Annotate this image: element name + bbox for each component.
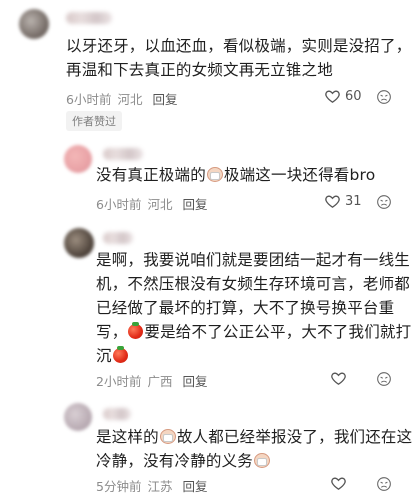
dislike-face-icon[interactable] xyxy=(376,476,392,492)
username-blurred[interactable] xyxy=(66,12,112,24)
comment-line: 是啊，我要说咱们就是要团结一起才有一线生 xyxy=(96,251,411,269)
mask-face-emoji xyxy=(159,429,176,444)
timestamp: 2小时前 xyxy=(96,374,142,389)
reply-button[interactable]: 回复 xyxy=(182,371,207,390)
author-liked-tag: 作者赞过 xyxy=(66,111,122,131)
comment-meta: 6小时前 河北 回复 xyxy=(66,89,177,108)
comment-text-part: 冷静，没有冷静的义务 xyxy=(96,452,254,470)
username-blurred[interactable] xyxy=(103,232,133,244)
username-blurred[interactable] xyxy=(103,408,131,420)
like-count: 31 xyxy=(345,194,362,209)
like-button[interactable]: 31 xyxy=(324,193,362,210)
comment-text-part: 故人都已经举报没了，我们还在这 xyxy=(176,428,413,446)
reply-button[interactable]: 回复 xyxy=(182,476,207,495)
comment-line: 已经做了最坏的打算，大不了换号换平台重 xyxy=(96,299,395,317)
comment-text: 没有真正极端的 极端这一块还得看bro xyxy=(96,163,375,187)
comment-text-part: 要是给不了公正公平，大不了我们就打 xyxy=(144,323,412,341)
avatar[interactable] xyxy=(64,228,94,258)
comment-text: 是这样的 故人都已经举报没了，我们还在这 冷静，没有冷静的义务 xyxy=(96,425,412,473)
comment-line: 写， 要是给不了公正公平，大不了我们就打 xyxy=(96,320,411,344)
heart-outline-icon xyxy=(325,195,340,208)
location: 江苏 xyxy=(147,479,173,494)
comment-meta: 2小时前 广西 回复 xyxy=(96,371,207,390)
location: 广西 xyxy=(147,374,173,389)
reply-button[interactable]: 回复 xyxy=(182,194,207,213)
like-count: 60 xyxy=(345,89,362,104)
comment-line: 机，不然压根没有女频生存环境可言，老师都 xyxy=(96,275,411,293)
timestamp: 5分钟前 xyxy=(96,479,142,494)
reply-button[interactable]: 回复 xyxy=(152,89,177,108)
timestamp: 6小时前 xyxy=(66,92,112,107)
comment-text: 以牙还牙，以血还血，看似极端，实则是没招了， 再温和下去真正的女频文再无立锥之地 xyxy=(66,34,411,82)
comment-text-part: 是这样的 xyxy=(96,428,159,446)
avatar[interactable] xyxy=(19,9,49,39)
dislike-face-icon[interactable] xyxy=(376,371,392,387)
mask-face-emoji xyxy=(254,453,271,468)
username-blurred[interactable] xyxy=(103,148,143,160)
comment-text-part: 沉 xyxy=(96,347,112,365)
like-button[interactable]: 60 xyxy=(324,88,362,105)
timestamp: 6小时前 xyxy=(96,197,142,212)
dislike-face-icon[interactable] xyxy=(376,194,392,210)
avatar[interactable] xyxy=(64,145,92,173)
comment-meta: 6小时前 河北 回复 xyxy=(96,194,207,213)
comment-meta: 5分钟前 江苏 回复 xyxy=(96,476,207,495)
heart-outline-icon[interactable] xyxy=(330,475,347,492)
comment-text-part: 极端这一块还得看bro xyxy=(223,166,376,184)
comment-text-part: 没有真正极端的 xyxy=(96,166,206,184)
location: 河北 xyxy=(147,197,173,212)
avatar[interactable] xyxy=(64,403,92,431)
heart-outline-icon[interactable] xyxy=(330,370,347,387)
tomato-emoji xyxy=(128,322,144,339)
heart-outline-icon xyxy=(325,90,340,103)
location: 河北 xyxy=(117,92,143,107)
comment-line: 冷静，没有冷静的义务 xyxy=(96,449,412,473)
comment-line: 再温和下去真正的女频文再无立锥之地 xyxy=(66,61,333,79)
mask-face-emoji xyxy=(206,167,223,182)
comment-line: 沉 xyxy=(96,344,411,368)
comment-text-part: 写， xyxy=(96,323,128,341)
comment-line: 以牙还牙，以血还血，看似极端，实则是没招了， xyxy=(66,37,412,55)
dislike-face-icon[interactable] xyxy=(376,89,392,105)
comment-line: 是这样的 故人都已经举报没了，我们还在这 xyxy=(96,425,412,449)
tomato-emoji xyxy=(112,346,128,363)
comment-text: 是啊，我要说咱们就是要团结一起才有一线生 机，不然压根没有女频生存环境可言，老师… xyxy=(96,248,411,368)
